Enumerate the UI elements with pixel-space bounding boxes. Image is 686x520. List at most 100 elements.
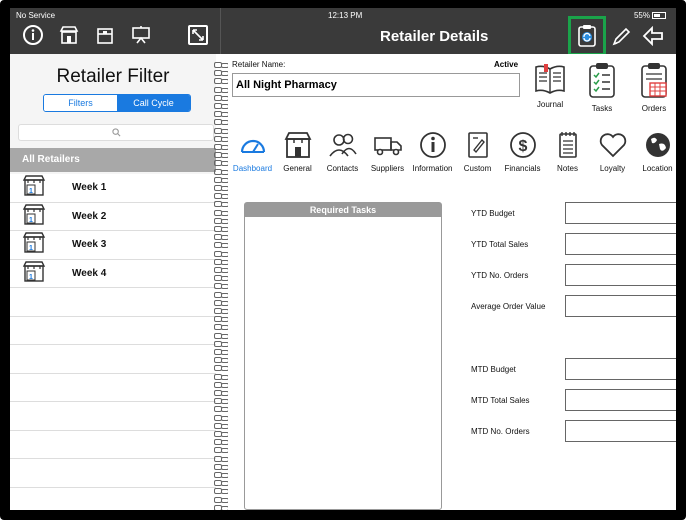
tab-notes[interactable]: Notes	[545, 130, 590, 173]
tab-label: Custom	[463, 164, 492, 173]
spiral-ring	[214, 291, 229, 298]
filter-title: Retailer Filter	[56, 66, 170, 87]
spiral-ring	[214, 373, 229, 380]
spiral-ring	[214, 513, 228, 517]
app-frame: No Service 12:13 PM 55% Retailer Details	[0, 0, 686, 520]
average-order-value-field[interactable]	[565, 295, 676, 317]
tab-contacts[interactable]: Contacts	[320, 130, 365, 173]
orders-label: Orders	[641, 104, 667, 113]
tab-label: Information	[412, 164, 453, 173]
globe-icon	[645, 133, 670, 157]
spiral-ring	[214, 86, 229, 93]
retailer-filter-panel: Retailer Filter Filters Call Cycle All R…	[10, 54, 216, 510]
store-icon	[284, 132, 311, 158]
retailer-details-panel: Retailer Name: Active All Night Pharmacy…	[228, 54, 676, 510]
spiral-ring	[214, 349, 229, 355]
tab-location[interactable]: Location	[635, 130, 676, 173]
tab-custom[interactable]: Custom	[455, 130, 500, 173]
mtd-budget-label: MTD Budget	[471, 365, 516, 374]
spiral-ring	[214, 447, 229, 454]
spiral-ring	[214, 267, 229, 273]
spiral-ring	[214, 496, 229, 503]
retailer-name-label: Retailer Name:	[232, 60, 286, 69]
tasks-button[interactable]: Tasks	[580, 62, 624, 113]
ytd-total-sales-field[interactable]	[565, 233, 676, 255]
gauge-icon	[240, 139, 265, 153]
mtd-no-orders-field[interactable]	[565, 420, 676, 442]
spiral-ring	[214, 324, 229, 331]
spiral-ring	[214, 365, 229, 372]
info-icon[interactable]	[22, 24, 44, 46]
week-label: Week 2	[72, 210, 107, 222]
journal-button[interactable]: Journal	[528, 62, 572, 113]
mtd-budget-field[interactable]	[565, 358, 676, 380]
week-label: Week 3	[72, 239, 107, 251]
presentation-icon[interactable]	[130, 24, 152, 46]
clock: 12:13 PM	[328, 11, 363, 20]
svg-text:1: 1	[29, 188, 33, 195]
carrier-status: No Service	[16, 11, 56, 20]
spiral-ring	[214, 217, 229, 224]
spiral-ring	[214, 414, 229, 421]
list-item-week-4[interactable]: 1 Week 4	[10, 259, 216, 288]
spiral-ring	[214, 62, 229, 68]
spiral-ring	[214, 299, 229, 306]
mtd-total-sales-field[interactable]	[565, 389, 676, 411]
tab-call-cycle[interactable]: Call Cycle	[117, 95, 190, 111]
expand-icon[interactable]	[188, 25, 208, 45]
tab-filters[interactable]: Filters	[44, 95, 117, 111]
mtd-no-orders-label: MTD No. Orders	[471, 427, 530, 436]
svg-text:1: 1	[29, 217, 33, 224]
tab-loyalty[interactable]: Loyalty	[590, 130, 635, 173]
tab-label: Location	[642, 164, 673, 173]
search-input[interactable]	[18, 124, 214, 141]
list-item-week-2[interactable]: 1 Week 2	[10, 202, 216, 231]
tab-general[interactable]: General	[275, 130, 320, 173]
ytd-budget-field[interactable]	[565, 202, 676, 224]
svg-text:1: 1	[29, 245, 33, 252]
ytd-no-orders-label: YTD No. Orders	[471, 271, 529, 280]
tasks-sync-button[interactable]	[568, 16, 606, 56]
journal-label: Journal	[536, 100, 564, 109]
retailer-name-field[interactable]: All Night Pharmacy	[232, 73, 520, 97]
ytd-total-sales-label: YTD Total Sales	[471, 240, 529, 249]
products-icon[interactable]	[94, 24, 116, 46]
spiral-ring	[214, 504, 229, 510]
store-icon[interactable]	[58, 24, 80, 46]
spiral-ring	[214, 234, 229, 241]
tab-information[interactable]: Information	[410, 130, 455, 173]
spiral-ring	[214, 472, 229, 478]
all-retailers-header[interactable]: All Retailers	[10, 148, 216, 172]
left-toolbar	[22, 24, 152, 46]
calendar-store-icon: 1	[22, 231, 48, 258]
quick-actions: Journal Tasks Orders	[528, 62, 676, 113]
clipboard-icon	[589, 63, 615, 98]
empty-row	[10, 373, 216, 402]
spiral-ring	[214, 381, 229, 388]
spiral-ring	[214, 135, 229, 142]
tab-label: Financials	[504, 164, 541, 173]
spiral-ring	[214, 201, 229, 208]
list-item-week-3[interactable]: 1 Week 3	[10, 231, 216, 260]
ytd-no-orders-field[interactable]	[565, 264, 676, 286]
calendar-store-icon: 1	[22, 260, 48, 287]
spiral-ring	[214, 111, 229, 118]
spiral-ring	[214, 94, 229, 101]
pencil-icon[interactable]	[610, 26, 632, 53]
spiral-ring	[214, 332, 229, 339]
tab-dashboard[interactable]: Dashboard	[230, 130, 275, 173]
search-icon	[111, 128, 120, 137]
tab-suppliers[interactable]: Suppliers	[365, 130, 410, 173]
back-arrow-icon[interactable]	[642, 25, 666, 51]
clipboard-sync-icon	[578, 25, 596, 47]
list-item-week-1[interactable]: 1 Week 1	[10, 174, 216, 203]
spiral-ring	[214, 422, 229, 429]
tab-label: Dashboard	[232, 164, 273, 173]
spiral-ring	[214, 488, 229, 495]
empty-row	[10, 316, 216, 345]
spiral-ring	[214, 308, 229, 314]
orders-button[interactable]: Orders	[632, 62, 676, 113]
battery-icon	[652, 12, 666, 20]
tab-label: Notes	[557, 164, 578, 173]
tab-financials[interactable]: $ Financials	[500, 130, 545, 173]
